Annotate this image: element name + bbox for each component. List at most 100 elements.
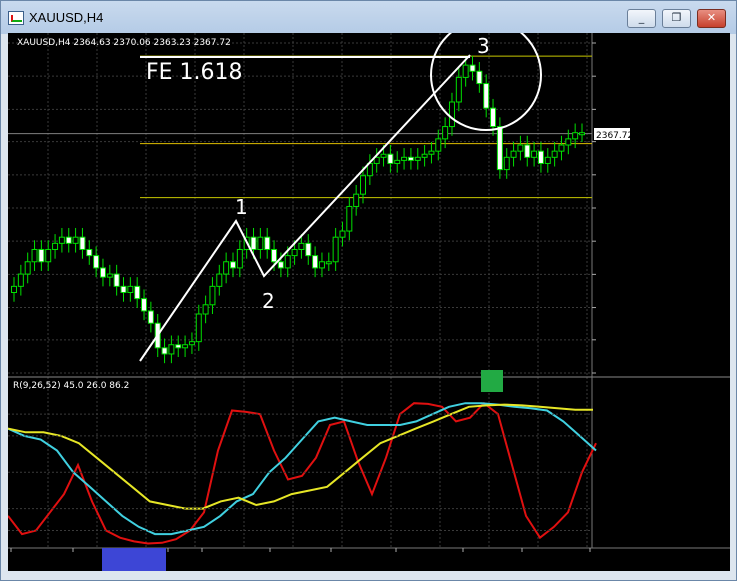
current-price-tag: 2367.72 [594, 128, 633, 141]
candle-body [476, 70, 483, 85]
candle-body [531, 150, 538, 158]
close-button[interactable]: ✕ [697, 9, 726, 28]
candle-body [277, 261, 284, 269]
grid [8, 33, 592, 548]
candle-body [353, 193, 360, 207]
candle-body [448, 101, 455, 128]
candle-body [106, 273, 113, 278]
candle-body [421, 153, 428, 158]
candle-body [175, 344, 182, 349]
minimize-button[interactable]: _ [627, 9, 656, 28]
candle-body [31, 248, 38, 263]
candle-body [147, 310, 154, 324]
candle-body [134, 285, 141, 300]
candle-body [65, 236, 72, 244]
candle-body [291, 248, 298, 257]
price-axis[interactable] [592, 42, 596, 374]
chart-info: XAUUSD,H4 2364.63 2370.06 2363.23 2367.7… [17, 38, 231, 48]
candle-body [312, 255, 319, 269]
candle-body [141, 298, 148, 312]
candle-body [496, 126, 503, 171]
candle-body [11, 285, 17, 293]
candle-body [24, 261, 31, 275]
current-price-value: 2367.72 [596, 131, 633, 141]
candle-body [216, 273, 223, 287]
candle-body [407, 156, 414, 161]
title-bar[interactable]: XAUUSD,H4 _ ❐ ✕ [1, 1, 736, 34]
candle-body [284, 255, 291, 269]
candle-body [469, 64, 476, 72]
candle-body [558, 144, 565, 152]
candle-body [58, 236, 65, 244]
candle-body [318, 261, 325, 269]
candle-body [483, 83, 490, 109]
candle-body [127, 285, 134, 293]
candle-body [490, 107, 497, 128]
time-axis[interactable] [10, 548, 591, 552]
candle-body [435, 138, 442, 152]
candle-body [229, 261, 236, 269]
signal-marker[interactable] [481, 370, 503, 392]
candle-body [517, 144, 524, 152]
candle-body [414, 156, 421, 161]
candle-body [250, 236, 257, 250]
candle-body [271, 248, 278, 263]
candle-body [17, 273, 24, 287]
candle-body [298, 242, 305, 250]
chart-app-icon [8, 11, 24, 25]
candle-body [510, 150, 517, 158]
candle-body [45, 248, 52, 263]
candle-body [188, 341, 195, 346]
candle-body [79, 236, 86, 250]
candle-body [524, 144, 531, 158]
candle-body [38, 248, 45, 263]
candle-body [93, 255, 100, 269]
candle-body [99, 267, 106, 278]
candle-body [332, 236, 339, 263]
candle-body [236, 248, 243, 269]
candle-body [551, 150, 558, 158]
chart-canvas[interactable]: XAUUSD,H4 2364.63 2370.06 2363.23 2367.7… [7, 19, 730, 571]
candle-body [195, 313, 202, 343]
candle-body [182, 344, 189, 349]
candle-body [537, 150, 544, 164]
candle-body [442, 126, 449, 140]
candle-body [120, 285, 127, 293]
candle-body [503, 156, 510, 171]
candle-body [257, 236, 264, 250]
candle-body [544, 156, 551, 164]
candle-body [572, 132, 579, 140]
candle-body [428, 150, 435, 155]
candle-body [86, 248, 93, 257]
candle-body [401, 156, 408, 161]
candle-body [202, 304, 209, 315]
wave-label-3: 3 [477, 34, 490, 58]
candle-body [455, 76, 462, 103]
candle-body [346, 205, 353, 232]
wave-label-1: 1 [235, 195, 248, 219]
candle-body [264, 236, 271, 250]
candle-body [360, 175, 367, 195]
candle-body [339, 230, 346, 238]
candle-body [209, 285, 216, 306]
candle-body [325, 261, 332, 265]
candle-body [387, 153, 394, 164]
candle-body [579, 132, 585, 136]
candle-body [161, 347, 168, 355]
indicator-line-fast [7, 401, 597, 545]
candle-body [305, 242, 312, 257]
restore-button[interactable]: ❐ [662, 9, 691, 28]
wave-label-2: 2 [262, 289, 275, 313]
candle-body [168, 344, 175, 355]
fe-title-label: FE 1.618 [146, 60, 243, 85]
candle-body [223, 261, 230, 275]
candle-body [462, 64, 469, 78]
chart-area[interactable]: XAUUSD,H4 2364.63 2370.06 2363.23 2367.7… [7, 19, 730, 571]
candle-body [394, 159, 401, 164]
indicator-line-medium [7, 402, 597, 536]
candle-body [113, 273, 120, 287]
time-scroll-highlight[interactable] [102, 548, 166, 571]
indicator-pane [7, 401, 597, 545]
indicator-axis [8, 413, 592, 531]
candle-body [72, 236, 79, 244]
